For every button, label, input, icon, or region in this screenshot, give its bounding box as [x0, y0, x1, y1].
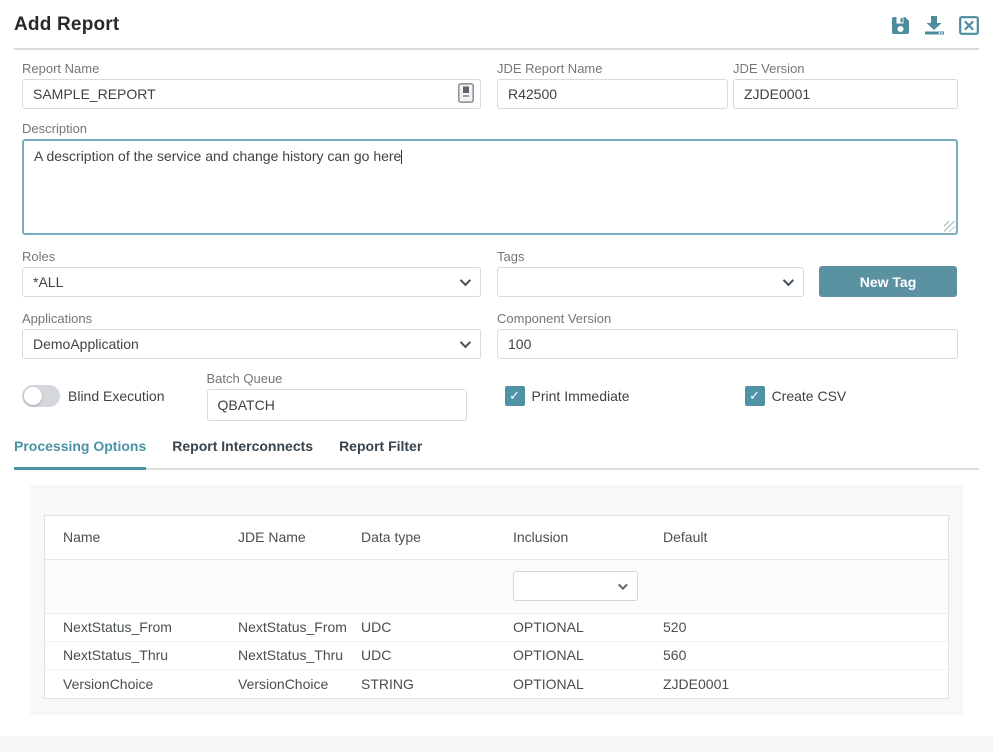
roles-field: Roles *ALL	[22, 249, 481, 297]
cell-default: ZJDE0001	[663, 676, 948, 692]
download-icon[interactable]	[923, 15, 946, 35]
chevron-down-icon	[783, 275, 794, 286]
batch-queue-label: Batch Queue	[207, 371, 467, 386]
save-icon[interactable]	[891, 16, 910, 35]
cell-inclusion: OPTIONAL	[513, 647, 663, 663]
applications-value: DemoApplication	[33, 336, 139, 352]
column-header-name: Name	[63, 529, 238, 545]
inclusion-filter-select[interactable]	[513, 571, 638, 601]
batch-queue-field: Batch Queue	[207, 371, 467, 421]
tab-report-interconnects[interactable]: Report Interconnects	[172, 438, 313, 470]
column-header-default: Default	[663, 529, 948, 545]
jde-report-name-input[interactable]	[497, 79, 728, 109]
description-textarea[interactable]: A description of the service and change …	[22, 139, 958, 235]
tab-processing-options[interactable]: Processing Options	[14, 438, 146, 470]
report-name-input[interactable]	[22, 79, 481, 109]
roles-select[interactable]: *ALL	[22, 267, 481, 297]
text-caret	[401, 150, 402, 164]
processing-options-table: Name JDE Name Data type Inclusion Defaul…	[44, 515, 949, 699]
table-filter-row	[45, 560, 948, 614]
tab-bar: Processing Options Report Interconnects …	[14, 438, 979, 470]
cell-inclusion: OPTIONAL	[513, 676, 663, 692]
table-row[interactable]: NextStatus_Thru NextStatus_Thru UDC OPTI…	[45, 642, 948, 670]
cell-data-type: UDC	[361, 647, 513, 663]
tab-report-filter[interactable]: Report Filter	[339, 438, 422, 470]
applications-row: Applications DemoApplication Component V…	[22, 311, 958, 359]
cell-name: NextStatus_From	[63, 619, 238, 635]
chevron-down-icon	[618, 580, 628, 590]
new-tag-button[interactable]: New Tag	[819, 266, 957, 297]
header-actions	[891, 15, 979, 35]
table-row[interactable]: NextStatus_From NextStatus_From UDC OPTI…	[45, 614, 948, 642]
cell-jde-name: NextStatus_From	[238, 619, 361, 635]
cell-default: 520	[663, 619, 948, 635]
inclusion-filter-cell	[513, 571, 663, 601]
description-field: Description A description of the service…	[22, 121, 958, 235]
description-text: A description of the service and change …	[34, 148, 401, 164]
applications-select[interactable]: DemoApplication	[22, 329, 481, 359]
table-row[interactable]: VersionChoice VersionChoice STRING OPTIO…	[45, 670, 948, 698]
chevron-down-icon	[460, 337, 471, 348]
roles-value: *ALL	[33, 274, 63, 290]
cell-name: VersionChoice	[63, 676, 238, 692]
print-immediate-label: Print Immediate	[532, 388, 630, 404]
column-header-jde-name: JDE Name	[238, 529, 361, 545]
cell-data-type: UDC	[361, 619, 513, 635]
roles-label: Roles	[22, 249, 481, 264]
create-csv-checkbox[interactable]: ✓ Create CSV	[745, 386, 847, 406]
cell-default: 560	[663, 647, 948, 663]
column-header-data-type: Data type	[361, 529, 513, 545]
applications-field: Applications DemoApplication	[22, 311, 481, 359]
jde-version-label: JDE Version	[733, 61, 958, 76]
component-version-field: Component Version	[497, 311, 958, 359]
autofill-icon	[458, 83, 474, 103]
roles-row: Roles *ALL Tags New Tag	[22, 249, 958, 297]
cell-jde-name: VersionChoice	[238, 676, 361, 692]
cell-jde-name: NextStatus_Thru	[238, 647, 361, 663]
page-title: Add Report	[14, 14, 119, 36]
checkmark-icon: ✓	[745, 386, 765, 406]
cell-data-type: STRING	[361, 676, 513, 692]
tags-field: Tags	[497, 249, 804, 297]
page-background-strip	[0, 736, 993, 752]
toggle-knob	[24, 387, 42, 405]
batch-queue-input[interactable]	[207, 389, 467, 421]
applications-label: Applications	[22, 311, 481, 326]
close-icon[interactable]	[959, 16, 979, 35]
tags-select[interactable]	[497, 267, 804, 297]
blind-execution-toggle[interactable]	[22, 385, 60, 407]
tags-label: Tags	[497, 249, 804, 264]
report-form: Report Name JDE Report Name JDE Version	[22, 61, 958, 421]
table-header-row: Name JDE Name Data type Inclusion Defaul…	[45, 516, 948, 560]
chevron-down-icon	[460, 275, 471, 286]
jde-version-input[interactable]	[733, 79, 958, 109]
header: Add Report	[14, 14, 979, 50]
description-label: Description	[22, 121, 958, 136]
column-header-inclusion: Inclusion	[513, 529, 663, 545]
report-name-field: Report Name	[22, 61, 481, 109]
blind-execution-label: Blind Execution	[68, 388, 165, 404]
jde-report-name-field: JDE Report Name	[497, 61, 728, 109]
jde-report-name-label: JDE Report Name	[497, 61, 728, 76]
resize-grip-icon[interactable]	[944, 221, 955, 232]
print-immediate-checkbox[interactable]: ✓ Print Immediate	[505, 386, 630, 406]
cell-inclusion: OPTIONAL	[513, 619, 663, 635]
cell-name: NextStatus_Thru	[63, 647, 238, 663]
report-name-label: Report Name	[22, 61, 481, 76]
component-version-label: Component Version	[497, 311, 958, 326]
add-report-page: Add Report	[0, 0, 993, 715]
checkmark-icon: ✓	[505, 386, 525, 406]
component-version-input[interactable]	[497, 329, 958, 359]
create-csv-label: Create CSV	[772, 388, 847, 404]
processing-options-panel: Name JDE Name Data type Inclusion Defaul…	[30, 485, 963, 715]
jde-version-field: JDE Version	[733, 61, 958, 109]
execution-row: Blind Execution Batch Queue ✓ Print Imme…	[22, 371, 958, 421]
name-row: Report Name JDE Report Name JDE Version	[22, 61, 958, 109]
